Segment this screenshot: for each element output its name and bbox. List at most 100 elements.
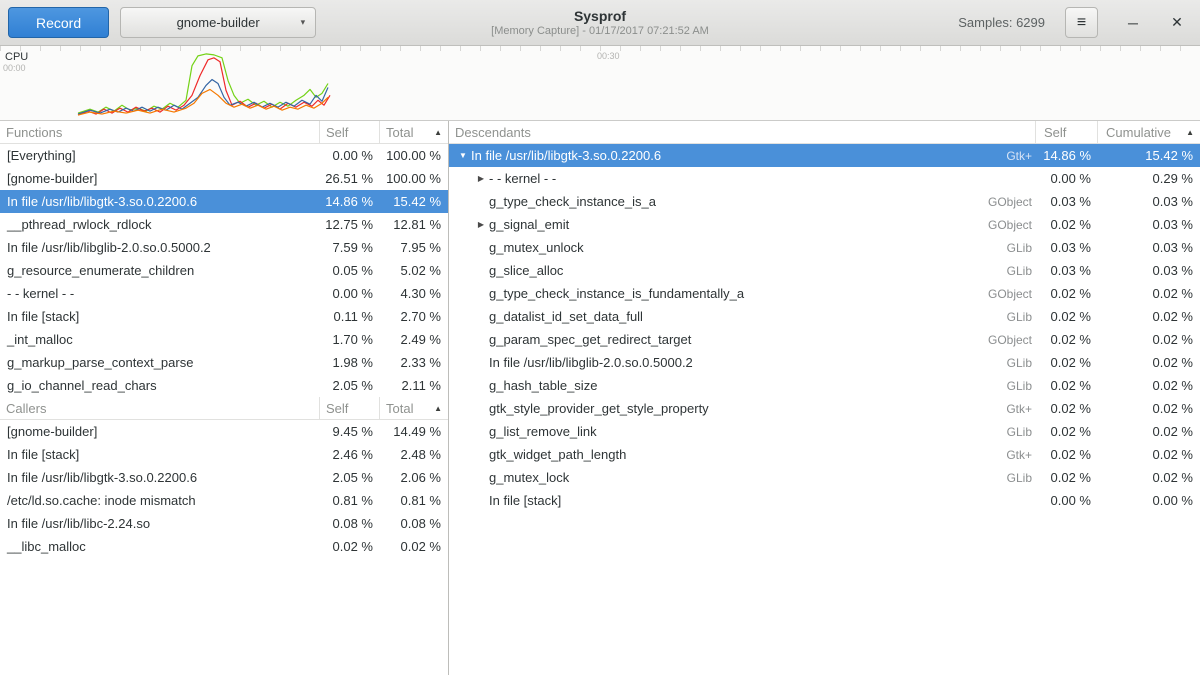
column-header-self[interactable]: Self [320, 397, 380, 419]
function-name: [gnome-builder] [7, 424, 97, 439]
functions-row[interactable]: __pthread_rwlock_rdlock12.75 %12.81 % [0, 213, 448, 236]
function-name: - - kernel - - [7, 286, 74, 301]
descendants-row[interactable]: ▶g_signal_emitGObject0.02 %0.03 % [449, 213, 1200, 236]
descendants-row[interactable]: g_type_check_instance_is_fundamentally_a… [449, 282, 1200, 305]
column-header-total[interactable]: Total ▲ [380, 397, 448, 419]
cpu-timeline-graph[interactable]: CPU 00:00 00:30 [0, 46, 1200, 121]
function-name: g_mutex_lock [489, 470, 569, 485]
column-header-functions[interactable]: Functions [0, 121, 320, 143]
column-header-cumulative[interactable]: Cumulative ▲ [1098, 121, 1200, 143]
process-selector-dropdown[interactable]: gnome-builder ▾ [120, 7, 316, 38]
library-category: Gtk+ [996, 149, 1036, 163]
functions-row[interactable]: In file /usr/lib/libgtk-3.so.0.2200.614.… [0, 190, 448, 213]
column-label: Cumulative [1106, 125, 1171, 140]
callers-row[interactable]: In file /usr/lib/libc-2.24.so0.08 %0.08 … [0, 512, 448, 535]
row-name-cell: ▼In file /usr/lib/libgtk-3.so.0.2200.6Gt… [449, 148, 1036, 163]
descendants-row[interactable]: g_mutex_lockGLib0.02 %0.02 % [449, 466, 1200, 489]
row-name-cell: In file [stack] [0, 309, 320, 324]
functions-pane: Functions Self Total ▲ [Everything]0.00 … [0, 121, 448, 675]
column-header-self[interactable]: Self [1036, 121, 1098, 143]
library-category: Gtk+ [996, 448, 1036, 462]
function-name: g_type_check_instance_is_a [489, 194, 656, 209]
column-header-descendants[interactable]: Descendants [449, 121, 1036, 143]
self-percent: 2.05 % [320, 470, 380, 485]
minimize-icon: ─ [1128, 15, 1138, 31]
app-window: Record gnome-builder ▾ Sysprof [Memory C… [0, 0, 1200, 675]
functions-row[interactable]: g_io_channel_read_chars2.05 %2.11 % [0, 374, 448, 397]
functions-row[interactable]: g_markup_parse_context_parse1.98 %2.33 % [0, 351, 448, 374]
column-label: Functions [6, 125, 62, 140]
functions-header: Functions Self Total ▲ [0, 121, 448, 144]
function-name: gtk_style_provider_get_style_property [489, 401, 709, 416]
window-title-block: Sysprof [Memory Capture] - 01/17/2017 07… [491, 8, 709, 38]
function-name: /etc/ld.so.cache: inode mismatch [7, 493, 196, 508]
cumulative-percent: 0.02 % [1098, 401, 1200, 416]
sort-indicator-icon: ▲ [434, 404, 442, 413]
self-percent: 0.08 % [320, 516, 380, 531]
descendants-list: ▼In file /usr/lib/libgtk-3.so.0.2200.6Gt… [449, 144, 1200, 512]
row-name-cell: In file /usr/lib/libglib-2.0.so.0.5000.2… [449, 355, 1036, 370]
function-name: In file /usr/lib/libgtk-3.so.0.2200.6 [7, 194, 197, 209]
close-button[interactable]: ✕ [1164, 10, 1190, 36]
function-name: gtk_widget_path_length [489, 447, 626, 462]
chevron-down-icon: ▾ [301, 17, 306, 28]
self-percent: 0.00 % [320, 286, 380, 301]
descendants-row[interactable]: g_mutex_unlockGLib0.03 %0.03 % [449, 236, 1200, 259]
descendants-row[interactable]: g_datalist_id_set_data_fullGLib0.02 %0.0… [449, 305, 1200, 328]
functions-row[interactable]: [Everything]0.00 %100.00 % [0, 144, 448, 167]
callers-row[interactable]: In file [stack]2.46 %2.48 % [0, 443, 448, 466]
total-percent: 0.02 % [380, 539, 448, 554]
self-percent: 0.02 % [1036, 401, 1098, 416]
descendants-row[interactable]: In file [stack]0.00 %0.00 % [449, 489, 1200, 512]
functions-row[interactable]: g_resource_enumerate_children0.05 %5.02 … [0, 259, 448, 282]
self-percent: 0.00 % [1036, 171, 1098, 186]
functions-row[interactable]: _int_malloc1.70 %2.49 % [0, 328, 448, 351]
total-percent: 5.02 % [380, 263, 448, 278]
descendants-row[interactable]: ▶- - kernel - -0.00 %0.29 % [449, 167, 1200, 190]
function-name: g_slice_alloc [489, 263, 563, 278]
samples-count: Samples: 6299 [958, 15, 1045, 30]
self-percent: 14.86 % [1036, 148, 1098, 163]
functions-row[interactable]: [gnome-builder]26.51 %100.00 % [0, 167, 448, 190]
row-name-cell: g_datalist_id_set_data_fullGLib [449, 309, 1036, 324]
functions-row[interactable]: In file /usr/lib/libglib-2.0.so.0.5000.2… [0, 236, 448, 259]
callers-row[interactable]: __libc_malloc0.02 %0.02 % [0, 535, 448, 558]
cumulative-percent: 0.02 % [1098, 332, 1200, 347]
total-percent: 14.49 % [380, 424, 448, 439]
descendants-row[interactable]: g_param_spec_get_redirect_targetGObject0… [449, 328, 1200, 351]
expand-arrow-icon[interactable]: ▶ [473, 174, 489, 183]
descendants-row[interactable]: g_hash_table_sizeGLib0.02 %0.02 % [449, 374, 1200, 397]
self-percent: 0.05 % [320, 263, 380, 278]
total-percent: 4.30 % [380, 286, 448, 301]
column-header-callers[interactable]: Callers [0, 397, 320, 419]
row-name-cell: g_hash_table_sizeGLib [449, 378, 1036, 393]
callers-row[interactable]: In file /usr/lib/libgtk-3.so.0.2200.62.0… [0, 466, 448, 489]
descendants-row[interactable]: g_type_check_instance_is_aGObject0.03 %0… [449, 190, 1200, 213]
function-name: g_markup_parse_context_parse [7, 355, 193, 370]
column-label: Self [326, 401, 348, 416]
descendants-row[interactable]: g_list_remove_linkGLib0.02 %0.02 % [449, 420, 1200, 443]
column-header-self[interactable]: Self [320, 121, 380, 143]
minimize-button[interactable]: ─ [1120, 10, 1146, 36]
cumulative-percent: 0.29 % [1098, 171, 1200, 186]
descendants-row[interactable]: g_slice_allocGLib0.03 %0.03 % [449, 259, 1200, 282]
callers-row[interactable]: [gnome-builder]9.45 %14.49 % [0, 420, 448, 443]
expand-arrow-icon[interactable]: ▶ [473, 220, 489, 229]
descendants-row[interactable]: In file /usr/lib/libglib-2.0.so.0.5000.2… [449, 351, 1200, 374]
descendants-row[interactable]: ▼In file /usr/lib/libgtk-3.so.0.2200.6Gt… [449, 144, 1200, 167]
cumulative-percent: 0.03 % [1098, 217, 1200, 232]
cumulative-percent: 0.02 % [1098, 286, 1200, 301]
callers-row[interactable]: /etc/ld.so.cache: inode mismatch0.81 %0.… [0, 489, 448, 512]
hamburger-menu-button[interactable]: ≡ [1065, 7, 1098, 38]
column-label: Total [386, 125, 413, 140]
column-header-total[interactable]: Total ▲ [380, 121, 448, 143]
cumulative-percent: 0.02 % [1098, 378, 1200, 393]
self-percent: 26.51 % [320, 171, 380, 186]
functions-row[interactable]: - - kernel - - 0.00 %4.30 % [0, 282, 448, 305]
record-button[interactable]: Record [8, 7, 109, 38]
descendants-row[interactable]: gtk_widget_path_lengthGtk+0.02 %0.02 % [449, 443, 1200, 466]
collapse-arrow-icon[interactable]: ▼ [455, 151, 471, 160]
descendants-row[interactable]: gtk_style_provider_get_style_propertyGtk… [449, 397, 1200, 420]
function-name: _int_malloc [7, 332, 73, 347]
functions-row[interactable]: In file [stack]0.11 %2.70 % [0, 305, 448, 328]
